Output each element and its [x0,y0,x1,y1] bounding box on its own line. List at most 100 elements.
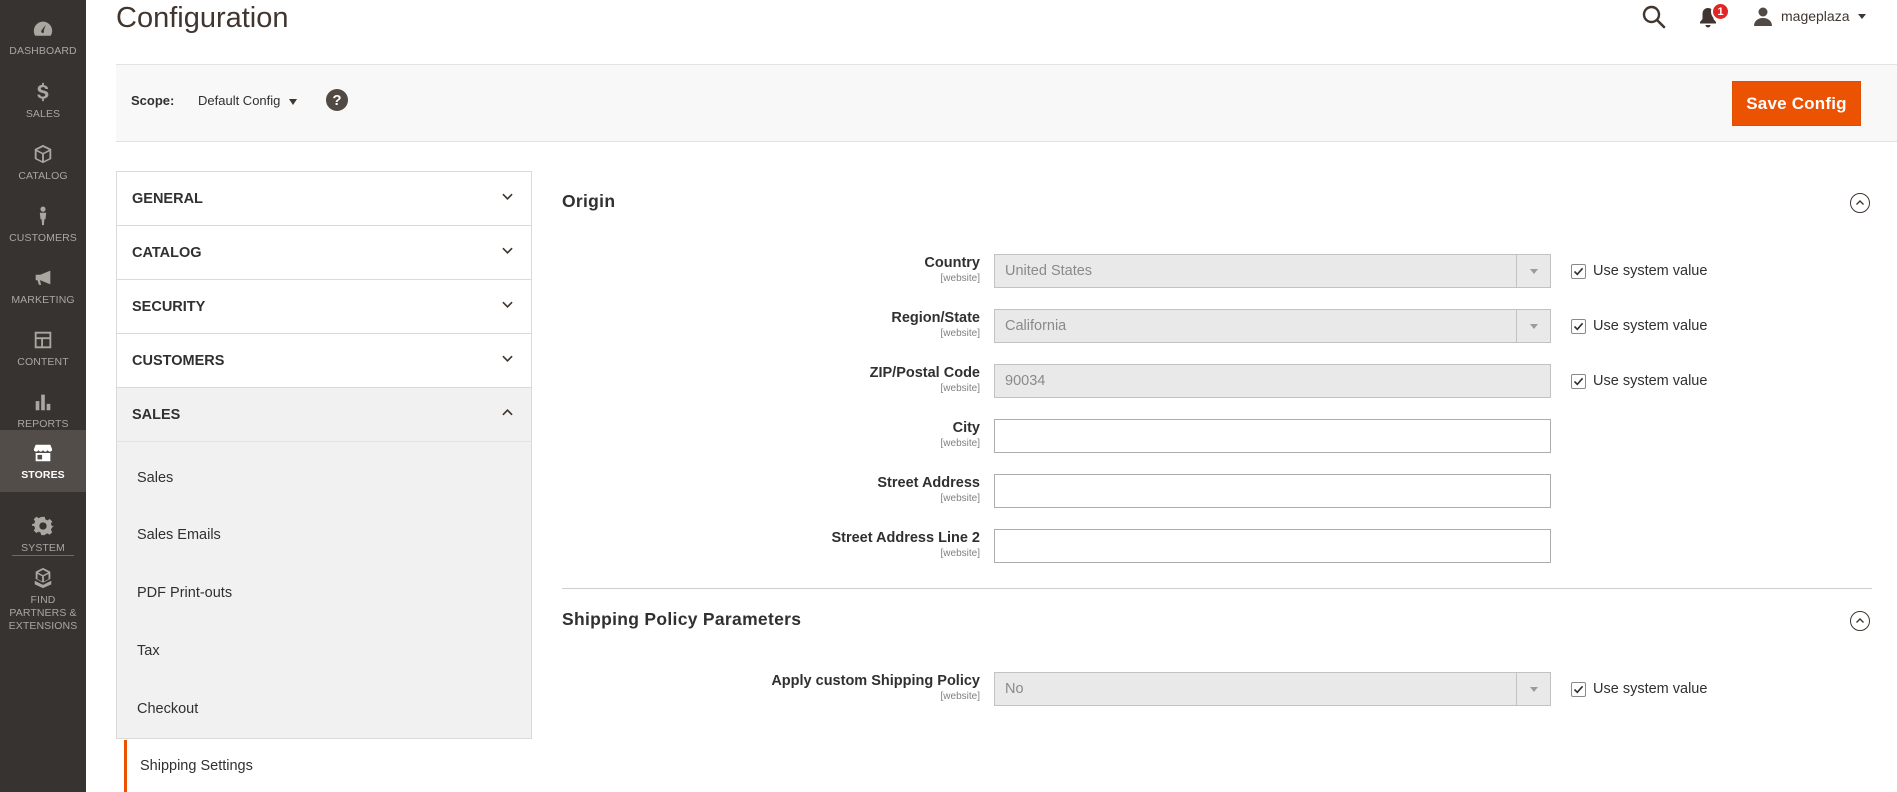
field-label: ZIP/Postal Code [869,365,980,381]
use-system-value-checkbox[interactable]: Use system value [1571,263,1707,279]
tab-customers[interactable]: CUSTOMERS [116,333,532,387]
tab-child-tax[interactable]: Tax [117,622,531,680]
bar-chart-icon [31,390,55,414]
caret-down-icon [289,98,298,105]
megaphone-icon [31,266,55,290]
menu-item-sales[interactable]: Sales [0,69,86,131]
chevron-down-icon [502,355,513,362]
field-scope: [website] [940,438,980,449]
use-system-value-checkbox[interactable]: Use system value [1571,318,1707,334]
field-row-street-2: Street Address Line 2 [website] [562,529,1872,563]
tab-label: CATALOG [132,244,202,261]
section-divider [562,588,1872,589]
chevron-up-icon [502,409,513,416]
boxes-icon [31,566,55,590]
username: mageplaza [1781,8,1850,24]
menu-item-dashboard[interactable]: Dashboard [0,6,86,68]
tab-child-shipping-settings[interactable]: Shipping Settings [124,740,532,792]
field-row-country: Country [website] United States Use syst… [562,254,1872,288]
page-title: Configuration [116,2,289,34]
scope-value: Default Config [198,93,281,108]
tab-label: SALES [132,406,181,423]
use-system-value-label: Use system value [1593,318,1708,334]
notification-count-badge: 1 [1711,2,1730,21]
tab-child-sales[interactable]: Sales [117,442,531,506]
collapse-icon[interactable] [1850,611,1870,631]
chevron-down-icon [502,247,513,254]
menu-item-find-partners[interactable]: Find Partners & Extensions [0,563,86,635]
tab-child-checkout[interactable]: Checkout [117,680,531,738]
tab-child-pdf-print-outs[interactable]: PDF Print-outs [117,564,531,622]
chevron-down-icon [502,301,513,308]
use-system-value-checkbox[interactable]: Use system value [1571,681,1707,697]
menu-label: Sales [25,107,61,120]
help-icon[interactable]: ? [326,89,348,111]
layout-icon [31,328,55,352]
field-row-apply-shipping-policy: Apply custom Shipping Policy [website] N… [562,672,1872,706]
menu-label: Marketing [11,293,75,306]
tab-child-sales-emails[interactable]: Sales Emails [117,506,531,564]
gear-icon [31,514,55,538]
tab-label: CUSTOMERS [132,352,225,369]
menu-label: Catalog [18,169,68,182]
menu-label: Customers [9,231,77,244]
store-icon [31,441,55,465]
tab-security[interactable]: SECURITY [116,279,532,333]
user-menu[interactable]: mageplaza [1753,4,1866,28]
person-icon [31,204,55,228]
field-label: Region/State [891,310,980,326]
field-scope: [website] [940,493,980,504]
menu-label: Stores [21,468,65,481]
apply-shipping-policy-select[interactable]: No [994,672,1551,706]
collapse-icon[interactable] [1850,193,1870,213]
select-value: United States [1005,263,1093,279]
menu-divider [12,555,74,556]
field-scope: [website] [940,273,980,284]
dollar-icon [31,80,55,104]
field-label: Country [924,255,980,271]
field-scope: [website] [940,328,980,339]
save-config-button[interactable]: Save Config [1732,81,1861,126]
search-icon[interactable] [1641,4,1667,30]
tab-general[interactable]: GENERAL [116,171,532,225]
field-row-street: Street Address [website] [562,474,1872,508]
menu-label: System [21,541,65,554]
menu-item-catalog[interactable]: Catalog [0,131,86,193]
config-tabs: GENERAL CATALOG SECURITY CUSTOMERS SALES… [116,171,532,739]
field-scope: [website] [940,548,980,559]
tab-catalog[interactable]: CATALOG [116,225,532,279]
menu-item-content[interactable]: Content [0,317,86,379]
zip-input[interactable]: 90034 [994,364,1551,398]
region-select[interactable]: California [994,309,1551,343]
scope-bar: Scope: Default Config ? Save Config [116,64,1897,142]
menu-item-marketing[interactable]: Marketing [0,255,86,317]
menu-item-customers[interactable]: Customers [0,193,86,255]
tab-label: SECURITY [132,298,206,315]
checkbox-checked-icon [1571,263,1586,279]
menu-label: Find Partners & Extensions [8,593,78,632]
menu-item-stores[interactable]: Stores [0,430,86,492]
input-value: 90034 [1005,373,1046,389]
caret-down-icon [1857,13,1866,19]
field-label: Street Address Line 2 [831,530,980,546]
menu-label: Content [17,355,69,368]
section-title: Shipping Policy Parameters [562,609,802,629]
origin-section: Origin Country [website] United States U… [562,190,1872,570]
chevron-down-icon [1516,310,1550,342]
dashboard-icon [31,17,55,41]
city-input[interactable] [994,419,1551,453]
field-label: City [952,420,980,436]
tab-sales[interactable]: SALES [116,387,532,441]
admin-menu: Dashboard Sales Catalog Customers Market… [0,0,86,792]
country-select[interactable]: United States [994,254,1551,288]
street-address-line-2-input[interactable] [994,529,1551,563]
street-address-input[interactable] [994,474,1551,508]
use-system-value-label: Use system value [1593,681,1708,697]
field-label: Apply custom Shipping Policy [771,673,980,689]
user-icon [1754,7,1772,26]
chevron-down-icon [1516,673,1550,705]
scope-switcher[interactable]: Default Config [198,93,298,108]
use-system-value-checkbox[interactable]: Use system value [1571,373,1707,389]
field-row-region: Region/State [website] California Use sy… [562,309,1872,343]
chevron-down-icon [1516,255,1550,287]
